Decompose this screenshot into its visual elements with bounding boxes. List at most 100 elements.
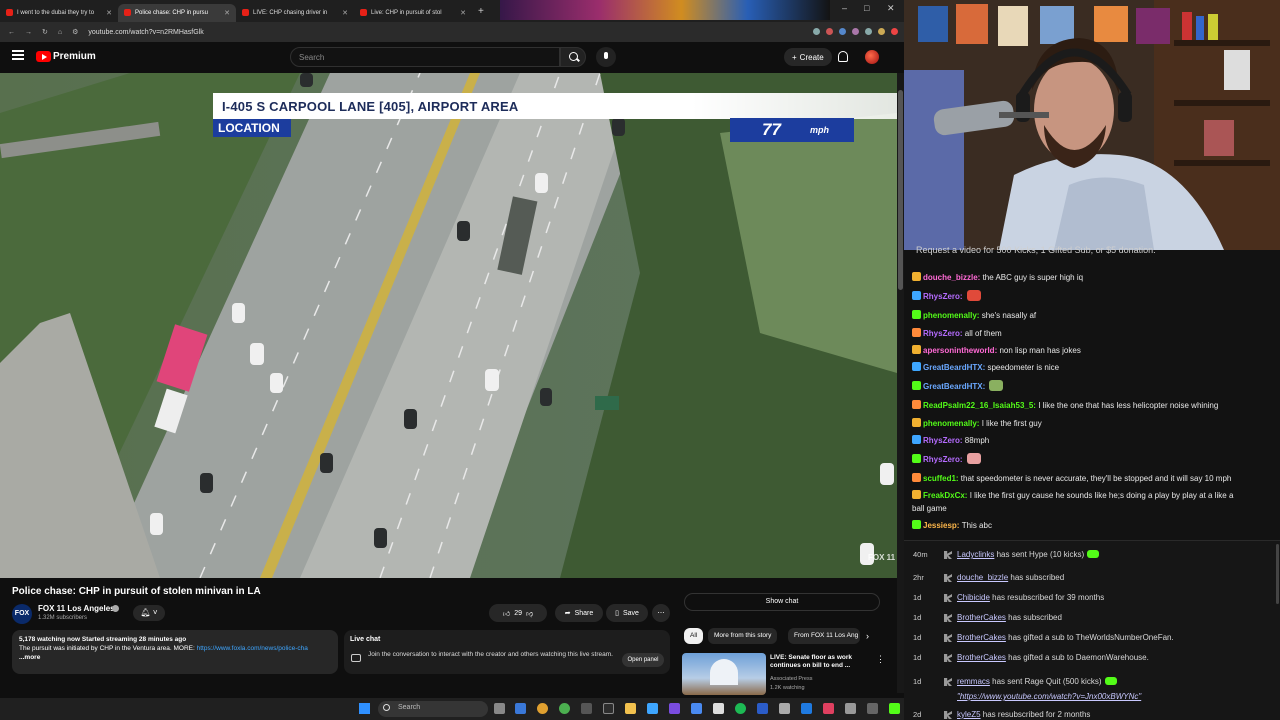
home-icon[interactable]: ⌂ bbox=[58, 29, 62, 36]
app-icon[interactable] bbox=[757, 703, 768, 714]
close-icon[interactable]: ✕ bbox=[342, 9, 348, 17]
search-input[interactable]: Search bbox=[290, 47, 560, 67]
chat-username[interactable]: Jessiesp: bbox=[923, 521, 962, 530]
app-icon[interactable] bbox=[647, 703, 658, 714]
app-icon[interactable] bbox=[779, 703, 790, 714]
site-info-icon[interactable]: ⚙ bbox=[72, 28, 78, 36]
edge-browser-icon[interactable] bbox=[515, 703, 526, 714]
minimize-icon[interactable]: – bbox=[842, 3, 847, 13]
page-scrollbar-thumb[interactable] bbox=[898, 90, 903, 290]
channel-name[interactable]: FOX 11 Los Angeles bbox=[38, 604, 115, 613]
like-button[interactable]: 👍︎ 29 👎︎ bbox=[489, 604, 547, 622]
description-box[interactable]: 5,178 watching now Started streaming 28 … bbox=[12, 630, 338, 674]
app-icon[interactable] bbox=[581, 703, 592, 714]
event-link[interactable]: "https://www.youtube.com/watch?v=Jnx00xB… bbox=[957, 692, 1141, 701]
live-chat-title: Live chat bbox=[350, 636, 381, 643]
app-icon[interactable] bbox=[801, 703, 812, 714]
extensions-icons[interactable] bbox=[813, 27, 904, 37]
close-icon[interactable]: ✕ bbox=[224, 9, 230, 17]
show-chat-button[interactable]: Show chat bbox=[684, 593, 880, 611]
event-text: BrotherCakes has gifted a sub to DaemonW… bbox=[957, 653, 1149, 662]
back-icon[interactable]: ← bbox=[8, 29, 15, 36]
chat-username[interactable]: GreatBeardHTX: bbox=[923, 382, 987, 391]
kick-app-icon[interactable] bbox=[889, 703, 900, 714]
chrome-browser-icon[interactable] bbox=[537, 703, 548, 714]
thumbs-down-icon[interactable]: 👎︎ bbox=[526, 609, 533, 618]
browser-tab[interactable]: Live: CHP in pursuit of stol ✕ bbox=[354, 4, 472, 22]
app-icon[interactable] bbox=[691, 703, 702, 714]
app-icon[interactable] bbox=[867, 703, 878, 714]
bookmark-icon: ▯ bbox=[615, 610, 619, 617]
recommended-video-title[interactable]: LIVE: Senate floor as work continues on … bbox=[770, 654, 870, 670]
event-username[interactable]: BrotherCakes bbox=[957, 613, 1006, 622]
event-username[interactable]: BrotherCakes bbox=[957, 633, 1006, 642]
chevron-right-icon[interactable]: › bbox=[866, 631, 869, 641]
youtube-logo-icon[interactable] bbox=[36, 51, 51, 62]
chat-username[interactable]: FreakDxCx: bbox=[923, 491, 970, 500]
browser-tab[interactable]: LIVE: CHP chasing driver in ✕ bbox=[236, 4, 354, 22]
share-button[interactable]: ➦ Share bbox=[555, 604, 603, 622]
chat-text: I like the one that has less helicopter … bbox=[1038, 401, 1219, 410]
new-tab-icon[interactable]: + bbox=[478, 6, 484, 17]
chat-username[interactable]: apersonintheworld: bbox=[923, 346, 999, 355]
forward-icon[interactable]: → bbox=[25, 29, 32, 36]
description-link[interactable]: https://www.foxla.com/news/police-cha bbox=[197, 645, 308, 652]
chip-from-fox11[interactable]: From FOX 11 Los Ang bbox=[788, 628, 860, 644]
chat-username[interactable]: RhysZero: bbox=[923, 292, 965, 301]
terminal-icon[interactable] bbox=[603, 703, 614, 714]
close-icon[interactable]: ✕ bbox=[106, 9, 112, 17]
event-username[interactable]: Chibicide bbox=[957, 593, 990, 602]
taskbar-search[interactable]: Search bbox=[378, 701, 488, 717]
open-panel-button[interactable]: Open panel bbox=[622, 653, 664, 667]
chat-username[interactable]: phenomenally: bbox=[923, 311, 982, 320]
video-player[interactable] bbox=[0, 73, 897, 578]
search-icon[interactable] bbox=[560, 47, 586, 67]
url-field[interactable]: youtube.com/watch?v=n2RMHasfGlk bbox=[88, 29, 803, 36]
spotify-icon[interactable] bbox=[735, 703, 746, 714]
youtube-brand[interactable]: Premium bbox=[53, 51, 96, 62]
chat-username[interactable]: ReadPsalm22_16_Isaiah53_5: bbox=[923, 401, 1038, 410]
app-icon[interactable] bbox=[823, 703, 834, 714]
close-window-icon[interactable]: ✕ bbox=[887, 3, 895, 14]
event-username[interactable]: kyleZ5 bbox=[957, 710, 981, 719]
chat-username[interactable]: phenomenally: bbox=[923, 419, 982, 428]
bell-icon[interactable] bbox=[838, 51, 848, 62]
chat-username[interactable]: douche_bizzle: bbox=[923, 273, 983, 282]
event-username[interactable]: Ladyclinks bbox=[957, 550, 994, 559]
create-button[interactable]: + Create bbox=[784, 48, 832, 66]
user-badge-icon bbox=[912, 418, 921, 427]
save-button[interactable]: ▯ Save bbox=[606, 604, 648, 622]
chip-more-from-this-story[interactable]: More from this story bbox=[708, 628, 778, 644]
notification-bell-button[interactable]: 🔔︎ ˅ bbox=[133, 605, 165, 621]
event-username[interactable]: douche_bizzle bbox=[957, 573, 1008, 582]
browser-tab[interactable]: I went to the dubai they try to ✕ bbox=[0, 4, 118, 22]
channel-avatar[interactable]: FOX 11 bbox=[12, 604, 32, 637]
more-actions-icon[interactable]: ⋯ bbox=[652, 604, 670, 622]
file-explorer-icon[interactable] bbox=[625, 703, 636, 714]
maximize-icon[interactable]: □ bbox=[864, 3, 869, 13]
close-icon[interactable]: ✕ bbox=[460, 9, 466, 17]
menu-icon[interactable] bbox=[12, 50, 24, 60]
reload-icon[interactable]: ↻ bbox=[42, 28, 48, 36]
event-username[interactable]: BrotherCakes bbox=[957, 653, 1006, 662]
chat-username[interactable]: RhysZero: bbox=[923, 455, 965, 464]
chip-all[interactable]: All bbox=[684, 628, 704, 644]
activity-feed-scrollbar[interactable] bbox=[1276, 544, 1279, 604]
chat-username[interactable]: GreatBeardHTX: bbox=[923, 363, 987, 372]
app-icon[interactable] bbox=[845, 703, 856, 714]
app-icon[interactable] bbox=[669, 703, 680, 714]
app-icon[interactable] bbox=[713, 703, 724, 714]
recommended-video-thumbnail[interactable] bbox=[682, 653, 766, 695]
description-more[interactable]: ...more bbox=[19, 653, 331, 662]
chat-username[interactable]: RhysZero: bbox=[923, 329, 965, 338]
task-view-icon[interactable] bbox=[494, 703, 505, 714]
event-username[interactable]: remmacs bbox=[957, 677, 990, 686]
microphone-icon[interactable] bbox=[596, 47, 616, 67]
windows-start-icon[interactable] bbox=[359, 703, 370, 714]
browser-tab-active[interactable]: Police chase: CHP in pursu ✕ bbox=[118, 3, 236, 22]
chrome-profile-icon[interactable] bbox=[559, 703, 570, 714]
chat-username[interactable]: RhysZero: bbox=[923, 436, 965, 445]
kebab-menu-icon[interactable]: ⋮ bbox=[876, 654, 885, 665]
avatar[interactable] bbox=[865, 50, 879, 64]
chat-username[interactable]: scuffed1: bbox=[923, 474, 961, 483]
